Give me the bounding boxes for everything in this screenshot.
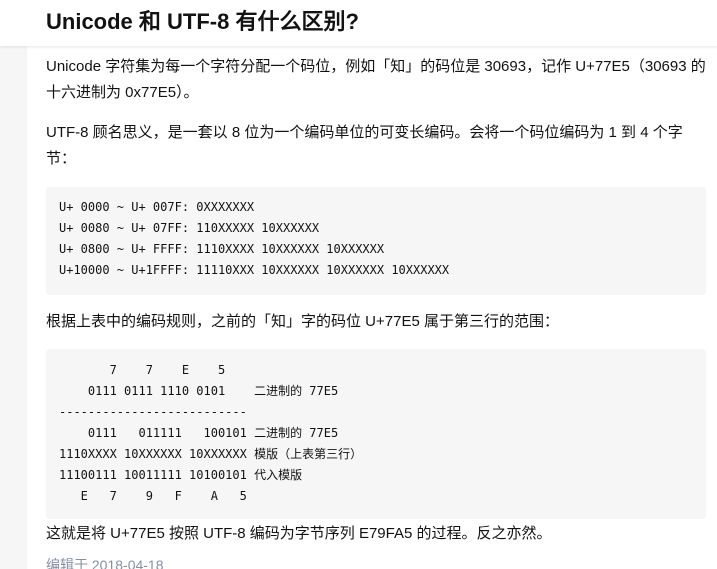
code-block-example: 7 7 E 5 0111 0111 1110 0101 二进制的 77E5 --… xyxy=(46,349,706,519)
code-block-encoding-table: U+ 0000 ~ U+ 007F: 0XXXXXXX U+ 0080 ~ U+… xyxy=(46,187,706,295)
answer-paragraph-2: UTF-8 顾名思义，是一套以 8 位为一个编码单位的可变长编码。会将一个码位编… xyxy=(46,124,683,167)
question-title[interactable]: Unicode 和 UTF-8 有什么区别? xyxy=(46,6,359,38)
answer-paragraph-4: 这就是将 U+77E5 按照 UTF-8 编码为字节序列 E79FA5 的过程。… xyxy=(46,525,552,542)
answer-paragraph-1: Unicode 字符集为每一个字符分配一个码位，例如「知」的码位是 30693，… xyxy=(46,58,706,101)
question-header: Unicode 和 UTF-8 有什么区别? xyxy=(0,0,717,46)
answer-content: Unicode 字符集为每一个字符分配一个码位，例如「知」的码位是 30693，… xyxy=(46,46,706,569)
edited-date-link[interactable]: 编辑于 2018-04-18 xyxy=(46,555,706,569)
answer-paragraph-3: 根据上表中的编码规则，之前的「知」字的码位 U+77E5 属于第三行的范围： xyxy=(46,313,559,330)
page: Unicode 和 UTF-8 有什么区别? Unicode 字符集为每一个字符… xyxy=(0,0,717,569)
